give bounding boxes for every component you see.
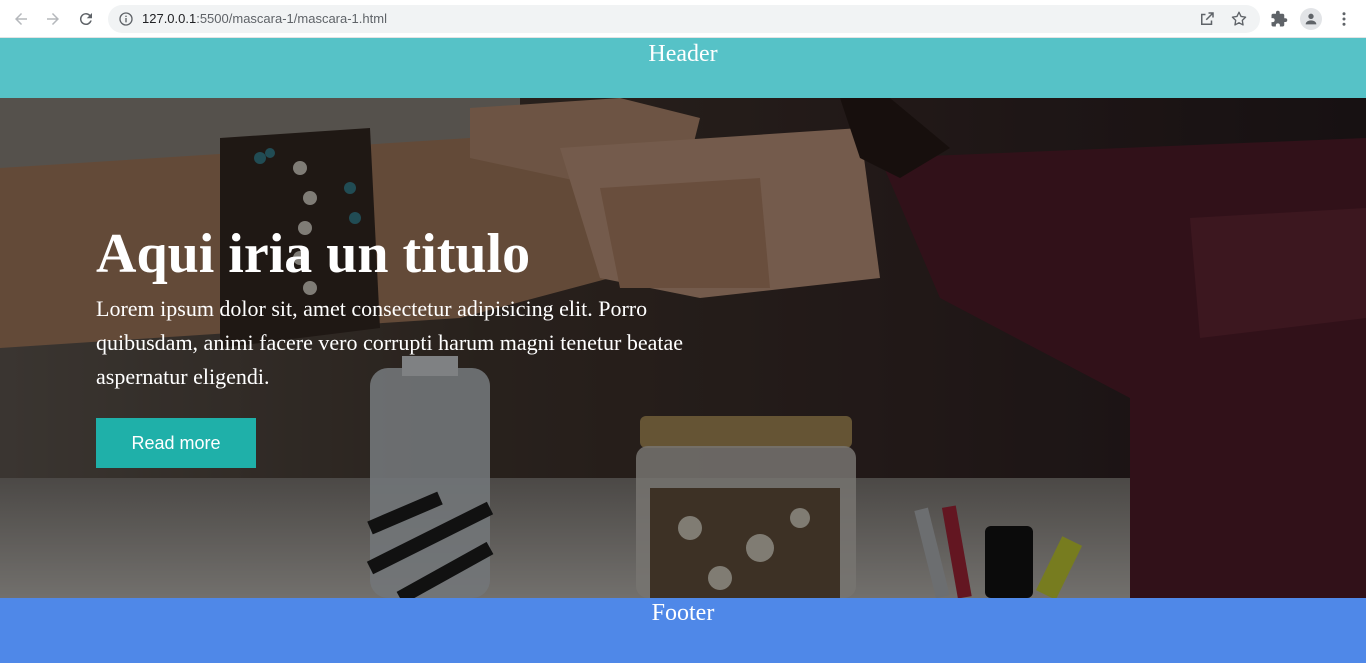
hero-content: Aqui iria un titulo Lorem ipsum dolor si…	[96, 222, 716, 394]
url-host: 127.0.0.1	[142, 11, 197, 26]
menu-dots-icon[interactable]	[1334, 9, 1354, 29]
page-footer: Footer	[0, 598, 1366, 663]
reload-icon[interactable]	[74, 7, 98, 31]
hero-section: Aqui iria un titulo Lorem ipsum dolor si…	[0, 98, 1366, 598]
url-path: :5500/mascara-1/mascara-1.html	[196, 11, 387, 26]
info-icon[interactable]	[118, 11, 134, 27]
browser-toolbar: 127.0.0.1:5500/mascara-1/mascara-1.html	[0, 0, 1366, 38]
profile-icon[interactable]	[1300, 8, 1322, 30]
share-icon[interactable]	[1198, 10, 1216, 28]
forward-arrow-icon[interactable]	[41, 7, 65, 31]
footer-title: Footer	[651, 600, 715, 626]
address-url: 127.0.0.1:5500/mascara-1/mascara-1.html	[142, 5, 387, 33]
header-title: Header	[648, 41, 718, 67]
read-more-button[interactable]: Read more	[96, 418, 256, 468]
back-arrow-icon[interactable]	[9, 7, 33, 31]
star-icon[interactable]	[1230, 10, 1248, 28]
hero-text: Lorem ipsum dolor sit, amet consectetur …	[96, 296, 684, 389]
hero-title: Aqui iria un titulo	[96, 223, 531, 285]
page-header: Header	[0, 38, 1366, 98]
address-bar[interactable]: 127.0.0.1:5500/mascara-1/mascara-1.html	[108, 5, 1260, 33]
extensions-icon[interactable]	[1269, 9, 1289, 29]
